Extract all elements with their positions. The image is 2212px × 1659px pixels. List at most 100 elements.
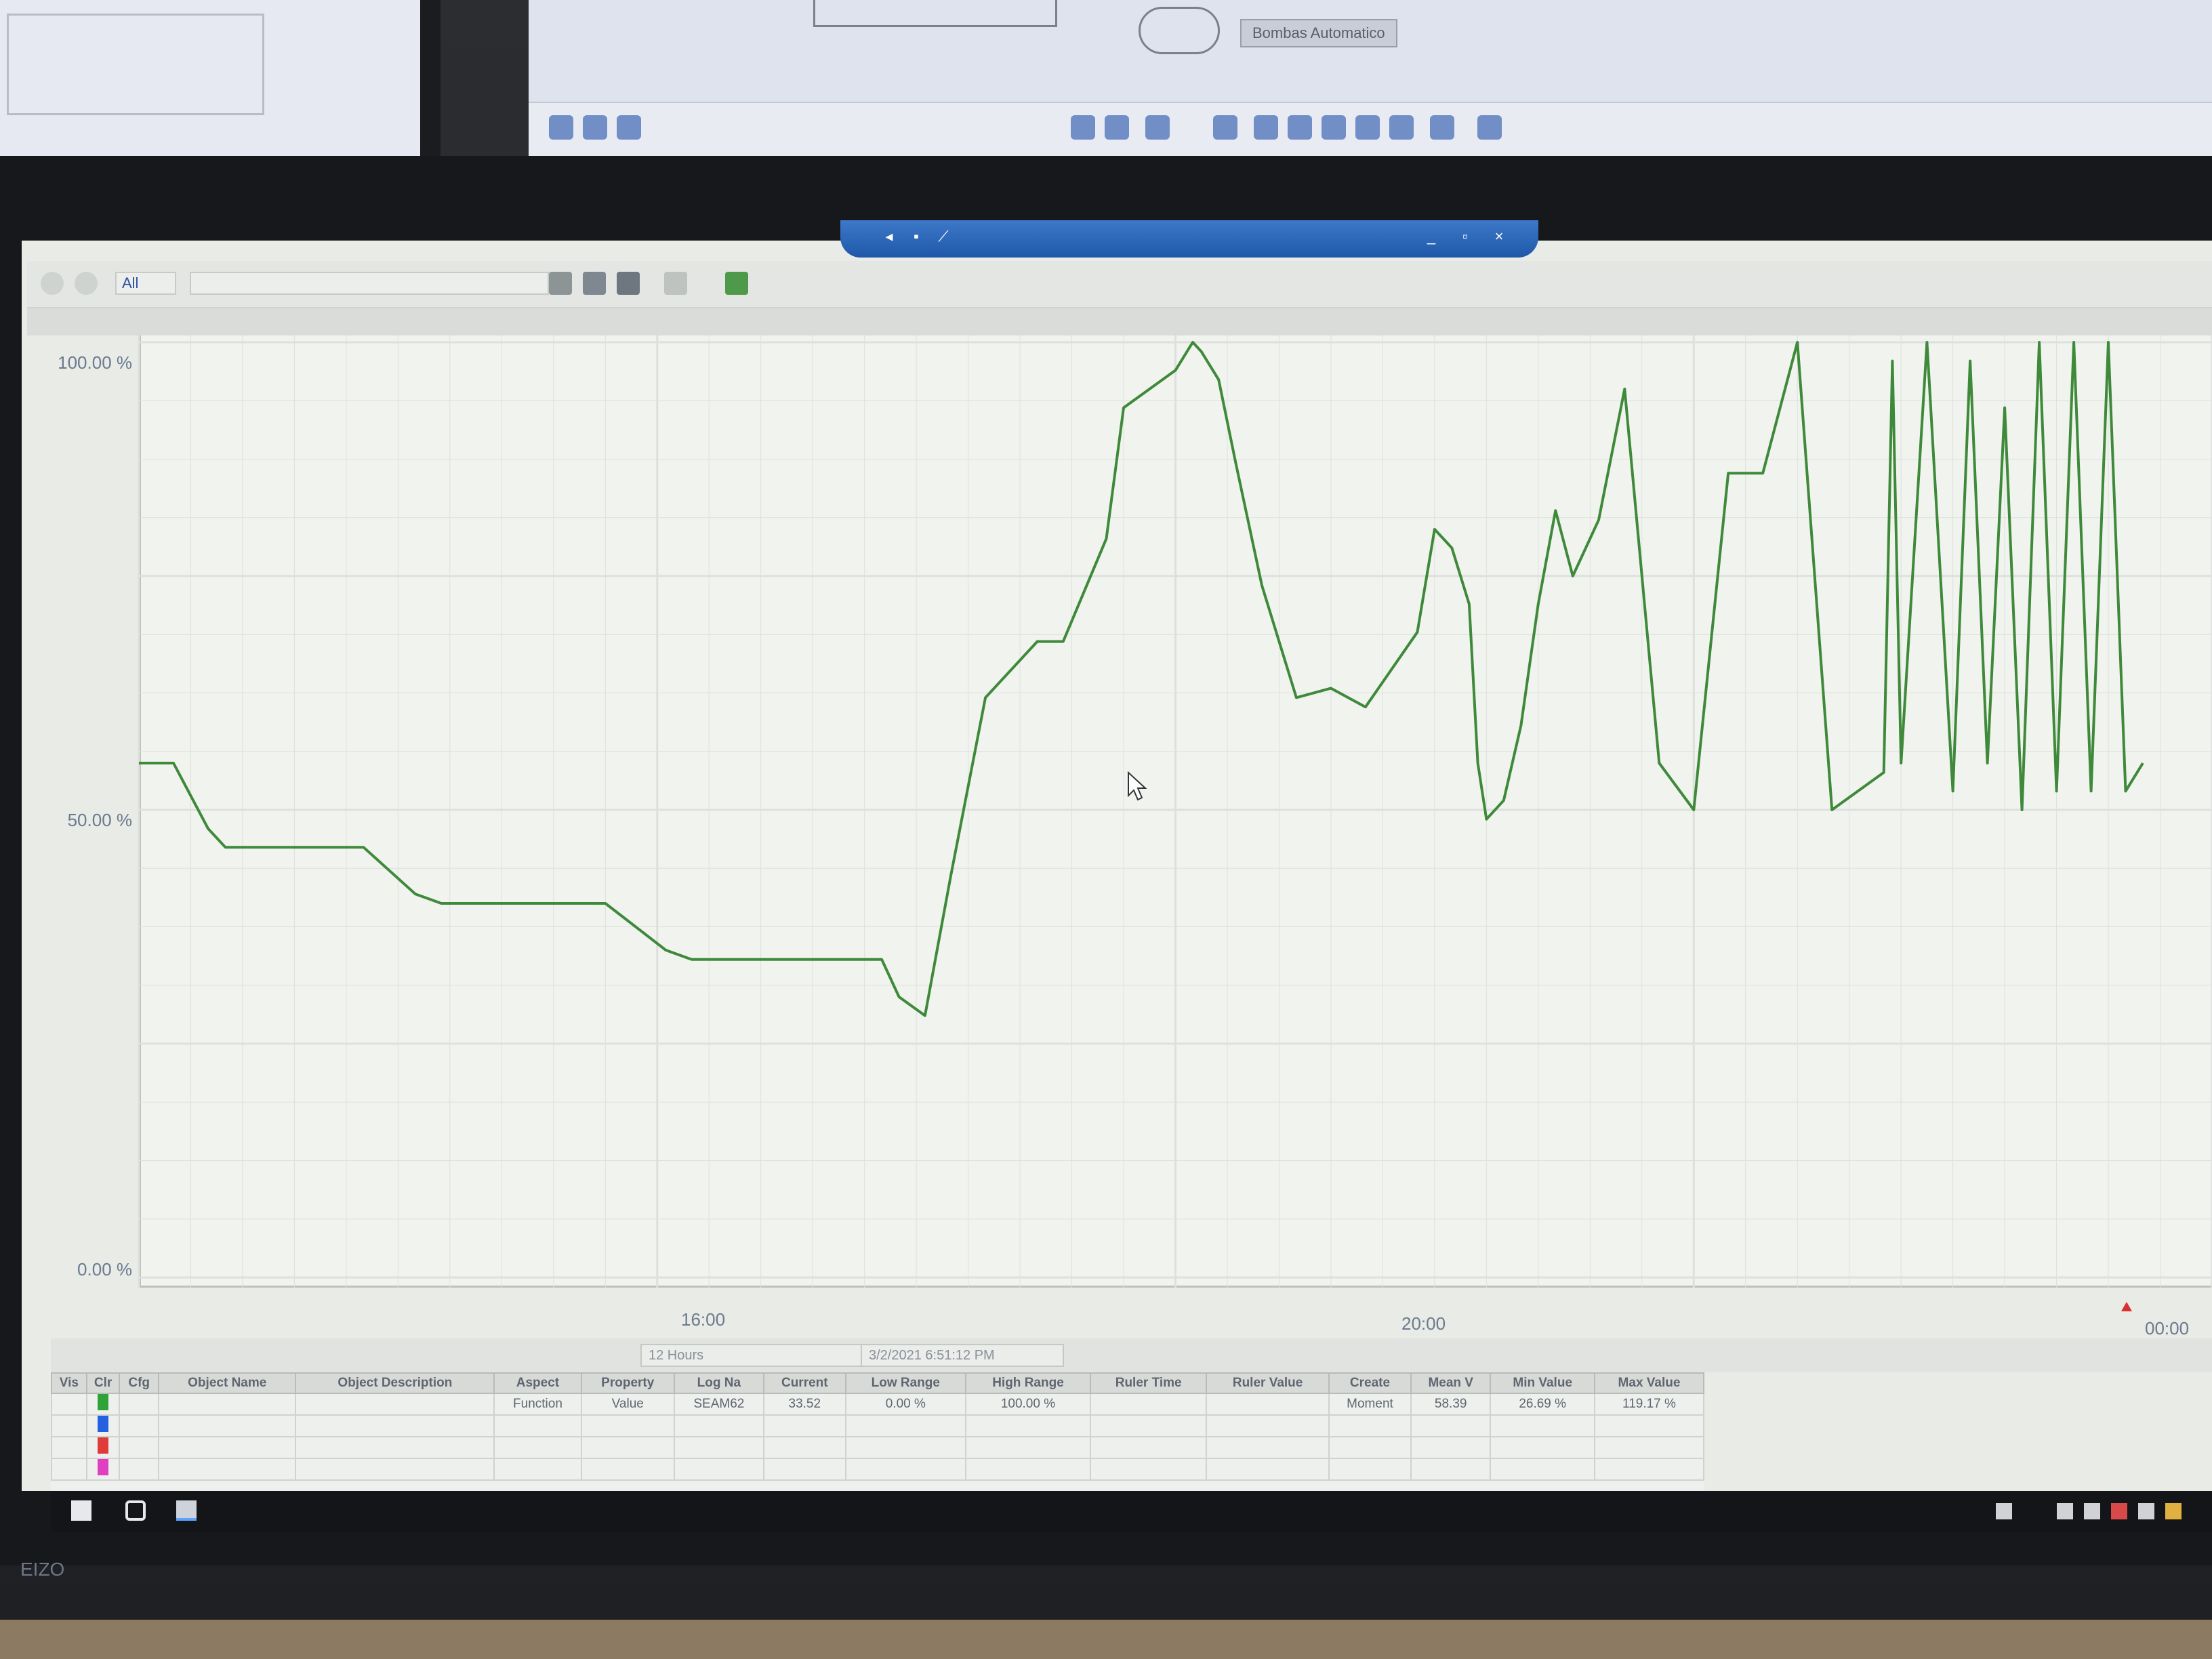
table-cell (1206, 1393, 1330, 1416)
table-cell: 100.00 % (964, 1393, 1092, 1416)
end-time-field[interactable]: 3/2/2021 6:51:12 PM (861, 1344, 1064, 1367)
table-cell (493, 1414, 582, 1437)
time-span-dropdown[interactable]: 12 Hours (640, 1344, 898, 1367)
table-row[interactable]: Function Value SEAM62 33.52 0.00 % 100.00 % Mo… (51, 1393, 1705, 1416)
ruler-marker-icon (2121, 1302, 2132, 1311)
series-color-swatch[interactable] (98, 1459, 109, 1475)
column-header[interactable]: Cfg (119, 1372, 160, 1394)
table-cell: 119.17 % (1593, 1393, 1705, 1416)
trend-series-line (139, 341, 2144, 1017)
table-row[interactable] (51, 1414, 1705, 1437)
table-cell: 33.52 (762, 1393, 846, 1416)
table-cell (580, 1436, 675, 1459)
table-row[interactable] (51, 1436, 1705, 1459)
column-header[interactable]: Object Description (295, 1372, 495, 1394)
table-cell (1410, 1436, 1492, 1459)
table-cell (964, 1414, 1092, 1437)
table-cell (119, 1393, 160, 1416)
table-cell (580, 1458, 675, 1481)
column-header[interactable]: Vis (51, 1372, 87, 1394)
table-cell (85, 1436, 121, 1459)
table-cell (762, 1414, 846, 1437)
column-header[interactable]: Create (1328, 1372, 1412, 1394)
table-cell (85, 1458, 121, 1481)
table-cell: SEAM62 (673, 1393, 764, 1416)
table-cell (119, 1436, 160, 1459)
table-cell (493, 1436, 582, 1459)
taskbar (51, 1491, 2212, 1532)
monitor-icon[interactable] (2084, 1503, 2100, 1519)
table-cell: Function (493, 1393, 582, 1416)
table-cell (85, 1393, 121, 1416)
column-header[interactable]: Min Value (1490, 1372, 1595, 1394)
network-icon[interactable] (2057, 1503, 2073, 1519)
table-cell (295, 1436, 495, 1459)
table-cell (1090, 1436, 1208, 1459)
table-cell (580, 1414, 675, 1437)
column-header[interactable]: Max Value (1593, 1372, 1705, 1394)
table-cell: 58.39 (1410, 1393, 1492, 1416)
table-cell (1328, 1414, 1412, 1437)
table-cell (493, 1458, 582, 1481)
column-header[interactable]: Log Na (673, 1372, 764, 1394)
table-cell: Value (580, 1393, 675, 1416)
chart-grid (138, 335, 2212, 1288)
table-cell (1410, 1458, 1492, 1481)
table-cell (762, 1458, 846, 1481)
column-header[interactable]: Current (762, 1372, 846, 1394)
table-cell (51, 1436, 87, 1459)
table-cell (1090, 1458, 1208, 1481)
series-color-swatch[interactable] (98, 1394, 109, 1410)
table-cell (158, 1393, 297, 1416)
table-cell (964, 1458, 1092, 1481)
desk-surface (0, 1620, 2212, 1659)
column-header[interactable]: Low Range (844, 1372, 966, 1394)
table-cell (85, 1414, 121, 1437)
table-cell: Moment (1328, 1393, 1412, 1416)
table-cell (964, 1436, 1092, 1459)
usb-icon[interactable] (2138, 1503, 2154, 1519)
table-cell (673, 1414, 764, 1437)
trend-control-bar: 12 Hours 3/2/2021 6:51:12 PM (51, 1338, 2212, 1372)
column-header[interactable]: Object Name (158, 1372, 297, 1394)
column-header[interactable]: Mean V (1410, 1372, 1492, 1394)
table-cell (1090, 1414, 1208, 1437)
column-header[interactable]: Clr (85, 1372, 121, 1394)
table-cell (1490, 1458, 1595, 1481)
mouse-cursor-icon (1128, 771, 1147, 801)
series-color-swatch[interactable] (98, 1437, 109, 1454)
column-header[interactable]: Ruler Time (1090, 1372, 1208, 1394)
table-row[interactable] (51, 1458, 1705, 1481)
series-color-swatch[interactable] (98, 1416, 109, 1432)
table-cell (1593, 1436, 1705, 1459)
table-cell (844, 1436, 966, 1459)
column-header[interactable]: Ruler Value (1206, 1372, 1330, 1394)
table-cell (158, 1414, 297, 1437)
table-cell (1206, 1414, 1330, 1437)
table-cell (119, 1458, 160, 1481)
table-cell (1206, 1436, 1330, 1459)
column-header[interactable]: Aspect (493, 1372, 582, 1394)
table-cell (51, 1393, 87, 1416)
windows-start-icon[interactable] (71, 1500, 91, 1521)
column-header[interactable]: High Range (964, 1372, 1092, 1394)
shield-icon[interactable] (2111, 1503, 2127, 1519)
table-cell (1328, 1436, 1412, 1459)
table-cell (673, 1436, 764, 1459)
notification-icon[interactable] (2165, 1503, 2182, 1519)
file-explorer-icon[interactable] (176, 1500, 197, 1521)
column-header[interactable]: Property (580, 1372, 675, 1394)
table-cell (51, 1458, 87, 1481)
table-cell (295, 1458, 495, 1481)
trend-legend-table: Vis Clr Cfg Object Name Object Description As… (51, 1372, 1705, 1494)
table-cell (119, 1414, 160, 1437)
table-cell: 26.69 % (1490, 1393, 1595, 1416)
table-cell (51, 1414, 87, 1437)
tray-icon[interactable] (1996, 1503, 2012, 1519)
table-cell (295, 1414, 495, 1437)
table-cell (1490, 1436, 1595, 1459)
table-cell (1206, 1458, 1330, 1481)
table-cell (844, 1458, 966, 1481)
table-cell (158, 1436, 297, 1459)
task-view-icon[interactable] (125, 1500, 146, 1521)
